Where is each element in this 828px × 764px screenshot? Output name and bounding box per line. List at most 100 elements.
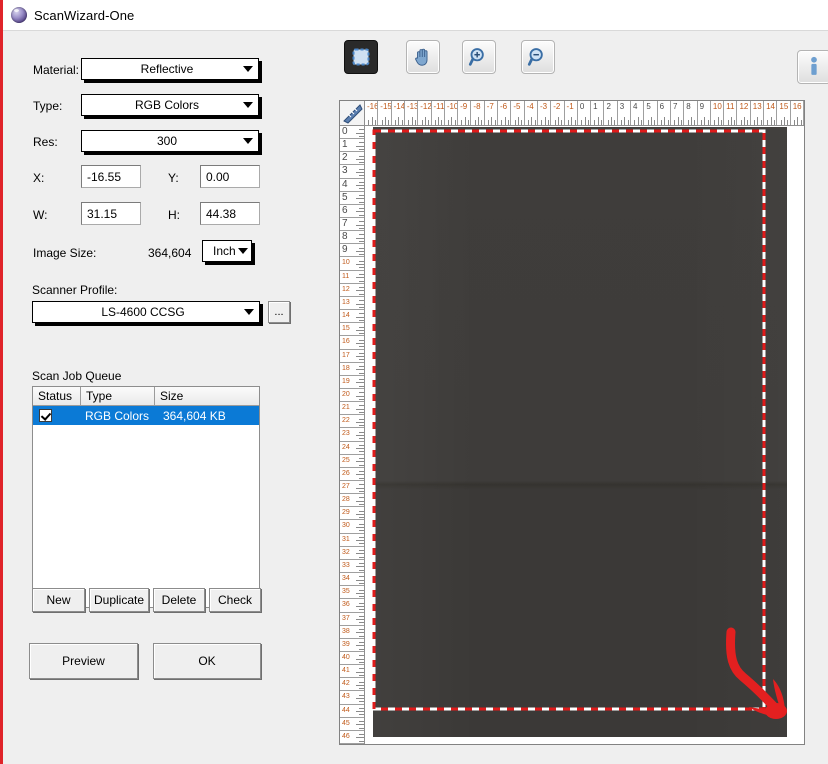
h-ruler-minor-tick	[448, 120, 449, 125]
v-ruler-minor-tick	[359, 300, 364, 301]
v-ruler-minor-tick	[359, 451, 364, 452]
h-ruler-minor-tick	[468, 120, 469, 125]
resolution-dropdown[interactable]: 300	[81, 130, 259, 152]
h-ruler-minor-tick	[628, 120, 629, 125]
h-ruler-minor-tick	[734, 120, 735, 125]
vertical-ruler[interactable]: 0123456789101112131415161718192021222324…	[340, 126, 365, 744]
column-header-type[interactable]: Type	[81, 387, 155, 405]
preview-button[interactable]: Preview	[29, 643, 138, 679]
preview-panel[interactable]: -16-15-14-13-12-11-10-9-8-7-6-5-4-3-2-10…	[339, 100, 805, 745]
v-ruler-minor-tick	[359, 649, 364, 650]
h-ruler-minor-tick	[641, 120, 642, 125]
v-ruler-minor-tick	[356, 264, 364, 265]
v-ruler-minor-tick	[359, 215, 364, 216]
v-ruler-minor-tick	[359, 195, 364, 196]
x-input[interactable]: -16.55	[81, 165, 141, 188]
v-ruler-minor-tick	[356, 593, 364, 594]
v-ruler-minor-tick	[356, 317, 364, 318]
scanner-profile-value: LS-4600 CCSG	[33, 305, 239, 319]
table-row[interactable]: RGB Colors 364,604 KB	[33, 406, 259, 425]
v-ruler-minor-tick	[359, 366, 364, 367]
type-dropdown[interactable]: RGB Colors	[81, 94, 259, 116]
h-ruler-minor-tick	[585, 117, 586, 125]
v-ruler-minor-tick	[359, 603, 364, 604]
zoom-in-tool[interactable]	[462, 40, 496, 74]
v-ruler-minor-tick	[359, 465, 364, 466]
v-ruler-minor-tick	[356, 685, 364, 686]
v-ruler-minor-tick	[356, 422, 364, 423]
h-ruler-minor-tick	[691, 117, 692, 125]
h-ruler-minor-tick	[398, 117, 399, 125]
v-ruler-minor-tick	[359, 701, 364, 702]
h-ruler-minor-tick	[488, 120, 489, 125]
check-button[interactable]: Check	[209, 588, 261, 612]
new-button[interactable]: New	[32, 588, 85, 612]
column-header-size[interactable]: Size	[155, 387, 259, 405]
v-ruler-minor-tick	[359, 149, 364, 150]
scan-preview-area[interactable]	[366, 127, 804, 744]
v-ruler-minor-tick	[359, 714, 364, 715]
v-ruler-minor-tick	[359, 281, 364, 282]
marquee-select-tool[interactable]	[344, 40, 378, 74]
v-ruler-minor-tick	[359, 590, 364, 591]
zoom-out-tool[interactable]	[521, 40, 555, 74]
height-input[interactable]: 44.38	[200, 202, 260, 225]
chevron-down-icon	[238, 66, 258, 72]
horizontal-ruler[interactable]: -16-15-14-13-12-11-10-9-8-7-6-5-4-3-2-10…	[365, 101, 804, 126]
h-ruler-minor-tick	[465, 117, 466, 125]
v-ruler-minor-tick	[356, 737, 364, 738]
h-ruler-minor-tick	[428, 120, 429, 125]
h-ruler-minor-tick	[415, 120, 416, 125]
h-ruler-minor-tick	[668, 120, 669, 125]
hand-icon	[412, 46, 434, 68]
v-ruler-minor-tick	[356, 133, 364, 134]
v-ruler-minor-tick	[359, 129, 364, 130]
h-ruler-minor-tick	[561, 120, 562, 125]
hand-pan-tool[interactable]	[406, 40, 440, 74]
v-ruler-minor-tick	[359, 642, 364, 643]
column-header-status[interactable]: Status	[33, 387, 81, 405]
duplicate-button[interactable]: Duplicate	[89, 588, 149, 612]
h-ruler-minor-tick	[555, 120, 556, 125]
scanner-profile-browse-button[interactable]: ...	[268, 301, 290, 323]
res-label: Res:	[33, 135, 58, 149]
checkbox-checked-icon[interactable]	[39, 409, 52, 422]
y-input[interactable]: 0.00	[200, 165, 260, 188]
v-ruler-minor-tick	[356, 185, 364, 186]
v-ruler-minor-tick	[356, 225, 364, 226]
v-ruler-minor-tick	[359, 320, 364, 321]
h-ruler-minor-tick	[402, 120, 403, 125]
v-ruler-minor-tick	[359, 517, 364, 518]
info-button[interactable]	[797, 50, 828, 84]
v-ruler-minor-tick	[356, 172, 364, 173]
v-ruler-minor-tick	[359, 629, 364, 630]
ruler-origin-icon[interactable]	[340, 101, 365, 126]
h-ruler-minor-tick	[548, 120, 549, 125]
preview-button-label: Preview	[62, 654, 105, 668]
h-ruler-minor-tick	[718, 117, 719, 125]
h-ruler-minor-tick	[714, 120, 715, 125]
delete-button[interactable]: Delete	[153, 588, 205, 612]
v-ruler-minor-tick	[359, 563, 364, 564]
v-ruler-minor-tick	[359, 609, 364, 610]
v-ruler-minor-tick	[359, 543, 364, 544]
v-ruler-minor-tick	[359, 241, 364, 242]
v-ruler-minor-tick	[359, 662, 364, 663]
v-ruler-minor-tick	[359, 721, 364, 722]
v-ruler-minor-tick	[359, 156, 364, 157]
h-ruler-minor-tick	[505, 117, 506, 125]
width-input[interactable]: 31.15	[81, 202, 141, 225]
v-ruler-minor-tick	[359, 353, 364, 354]
ok-button[interactable]: OK	[153, 643, 261, 679]
unit-dropdown[interactable]: Inch	[202, 240, 252, 262]
type-value: RGB Colors	[82, 98, 238, 112]
v-ruler-minor-tick	[359, 175, 364, 176]
v-ruler-minor-tick	[359, 432, 364, 433]
scan-job-queue-list[interactable]: Status Type Size RGB Colors 364,604 KB	[32, 386, 260, 608]
h-ruler-minor-tick	[368, 120, 369, 125]
row-status-checkbox-cell[interactable]	[33, 409, 81, 422]
scanner-profile-dropdown[interactable]: LS-4600 CCSG	[32, 301, 260, 323]
h-ruler-minor-tick	[701, 120, 702, 125]
material-dropdown[interactable]: Reflective	[81, 58, 259, 80]
h-ruler-minor-tick	[754, 120, 755, 125]
